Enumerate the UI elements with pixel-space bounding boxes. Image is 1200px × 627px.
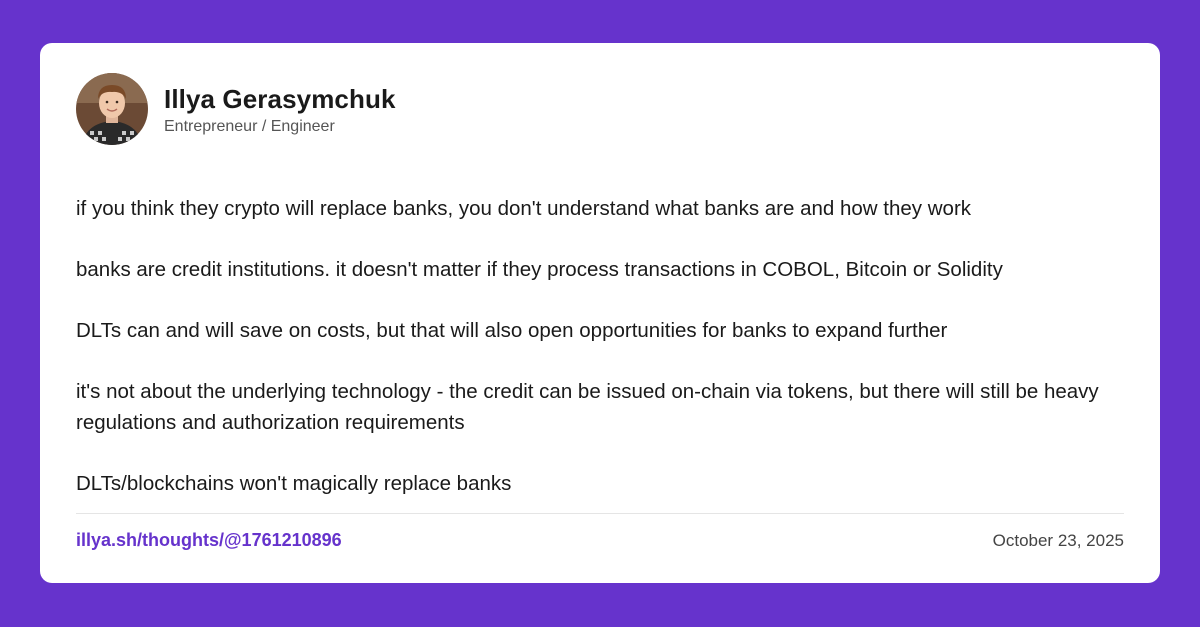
post-date: October 23, 2025 <box>992 531 1124 550</box>
author-role: Entrepreneur / Engineer <box>164 118 335 135</box>
post-paragraph: DLTs/blockchains won't magically replace… <box>76 472 512 495</box>
post-paragraph: DLTs can and will save on costs, but tha… <box>76 319 948 342</box>
post-paragraph: if you think they crypto will replace ba… <box>76 197 972 220</box>
footer-divider <box>76 513 1124 514</box>
author-header: Illya Gerasymchuk Entrepreneur / Enginee… <box>76 73 396 145</box>
post-body: if you think they crypto will replace ba… <box>76 193 1126 499</box>
profile-photo-icon <box>76 73 148 145</box>
post-card: Illya Gerasymchuk Entrepreneur / Enginee… <box>40 43 1160 583</box>
post-paragraph: banks are credit institutions. it doesn'… <box>76 258 1003 281</box>
post-paragraph: it's not about the underlying technology… <box>76 380 1099 434</box>
avatar[interactable] <box>76 73 148 145</box>
post-permalink[interactable]: illya.sh/thoughts/@1761210896 <box>76 529 342 551</box>
author-name: Illya Gerasymchuk <box>164 84 396 114</box>
